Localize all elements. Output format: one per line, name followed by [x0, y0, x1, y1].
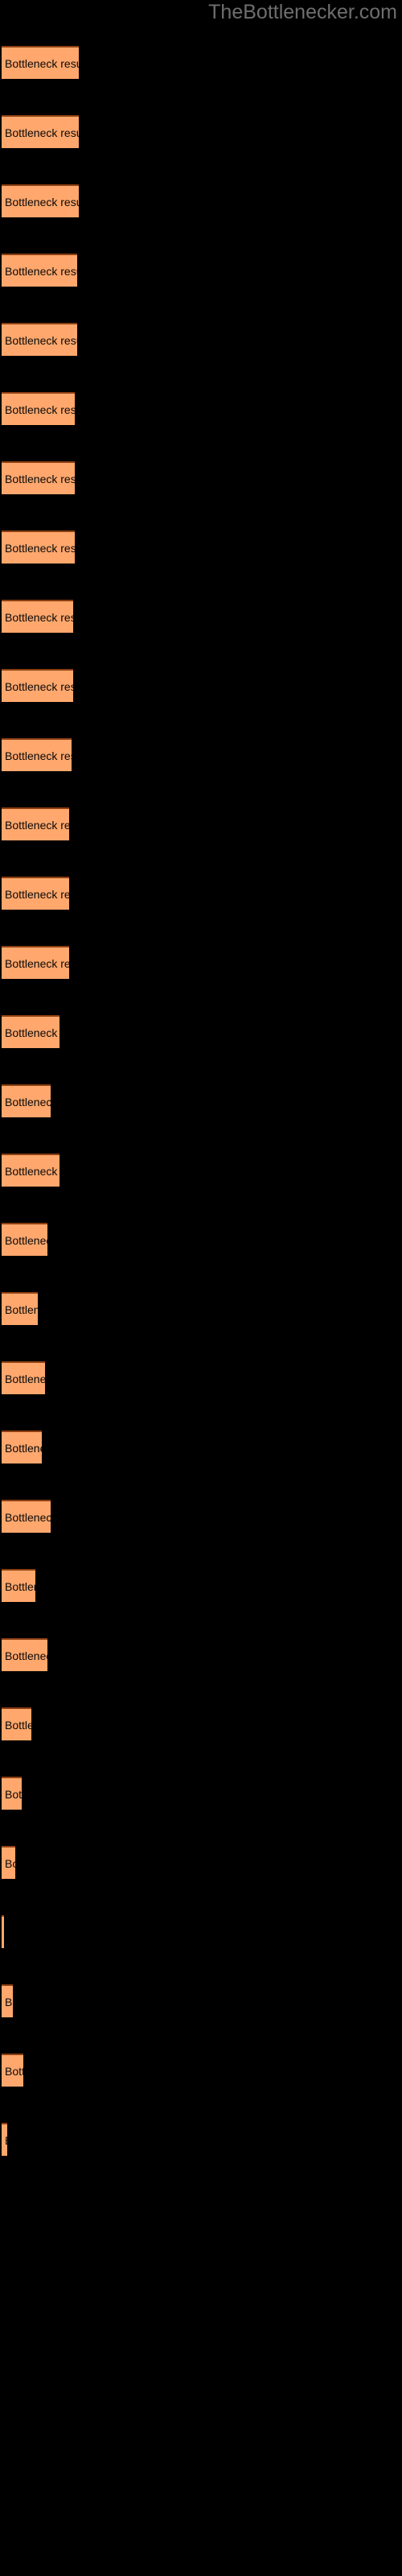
bar-row: Bottleneck result — [2, 946, 70, 979]
bar-row: Bottleneck result — [2, 461, 76, 494]
bar[interactable]: Bottleneck result — [2, 115, 80, 148]
bar-label: Bottleneck result — [5, 472, 76, 485]
bar-label: Bottleneck result — [5, 1856, 15, 1870]
bar[interactable]: Bottleneck result — [2, 1915, 4, 1948]
bar-label: Bottleneck result — [5, 610, 73, 624]
bar[interactable]: Bottleneck result — [2, 1638, 48, 1671]
bar-label: Bottleneck result — [5, 2134, 7, 2147]
bar-label: Bottleneck result — [5, 1649, 47, 1662]
bar-label: Bottleneck result — [5, 818, 69, 832]
bar[interactable]: Bottleneck result — [2, 1154, 60, 1187]
bottleneck-chart: TheBottlenecker.com Bottleneck resultBot… — [0, 0, 402, 2576]
bar-label: Bottleneck result — [5, 1579, 35, 1593]
bar-row: Bottleneck result — [2, 2123, 7, 2156]
bar-row: Bottleneck result — [2, 1638, 48, 1671]
bar-label: Bottleneck result — [5, 126, 79, 139]
bar[interactable]: Bottleneck result — [2, 1015, 60, 1048]
bar-label: Bottleneck result — [5, 1095, 51, 1108]
bar-label: Bottleneck result — [5, 1302, 38, 1316]
bar-row: Bottleneck result — [2, 392, 76, 425]
bar-label: Bottleneck result — [5, 1233, 47, 1247]
bar-row: Bottleneck result — [2, 1084, 51, 1117]
bar[interactable]: Bottleneck result — [2, 461, 76, 494]
bar-row: Bottleneck result — [2, 46, 80, 79]
bar-row: Bottleneck result — [2, 254, 78, 287]
bar[interactable]: Bottleneck result — [2, 46, 80, 79]
bar-row: Bottleneck result — [2, 1915, 4, 1948]
bar[interactable]: Bottleneck result — [2, 530, 76, 564]
bar[interactable]: Bottleneck result — [2, 2123, 7, 2156]
bar-label: Bottleneck result — [5, 1026, 59, 1039]
bar-label: Bottleneck result — [5, 402, 76, 416]
bar-row: Bottleneck result — [2, 184, 80, 217]
bar[interactable]: Bottleneck result — [2, 1777, 22, 1810]
bar-row: Bottleneck result — [2, 1984, 13, 2017]
bar-row: Bottleneck result — [2, 1292, 38, 1325]
bar-row: Bottleneck result — [2, 807, 70, 840]
bar[interactable]: Bottleneck result — [2, 877, 70, 910]
bar-row: Bottleneck result — [2, 1846, 15, 1879]
bar[interactable]: Bottleneck result — [2, 1430, 42, 1463]
bar-label: Bottleneck result — [5, 541, 76, 555]
bar[interactable]: Bottleneck result — [2, 2054, 23, 2087]
bar-row: Bottleneck result — [2, 738, 72, 771]
bar-label: Bottleneck result — [5, 1995, 13, 2008]
bar-label: Bottleneck result — [5, 56, 79, 70]
bar[interactable]: Bottleneck result — [2, 807, 70, 840]
bar-label: Bottleneck result — [5, 679, 73, 693]
bar[interactable]: Bottleneck result — [2, 392, 76, 425]
bar[interactable]: Bottleneck result — [2, 1984, 13, 2017]
bar-row: Bottleneck result — [2, 323, 78, 356]
bar[interactable]: Bottleneck result — [2, 669, 74, 702]
bar-row: Bottleneck result — [2, 1361, 46, 1394]
bar[interactable]: Bottleneck result — [2, 600, 74, 633]
bar[interactable]: Bottleneck result — [2, 1084, 51, 1117]
bar[interactable]: Bottleneck result — [2, 184, 80, 217]
bar[interactable]: Bottleneck result — [2, 1223, 48, 1256]
bar-label: Bottleneck result — [5, 1372, 45, 1385]
bar-row: Bottleneck result — [2, 1500, 51, 1533]
bar[interactable]: Bottleneck result — [2, 1846, 15, 1879]
bar-row: Bottleneck result — [2, 1430, 42, 1463]
bar[interactable]: Bottleneck result — [2, 738, 72, 771]
bar-row: Bottleneck result — [2, 2054, 23, 2087]
bar[interactable]: Bottleneck result — [2, 1292, 38, 1325]
bar[interactable]: Bottleneck result — [2, 1361, 46, 1394]
bar-label: Bottleneck result — [5, 887, 69, 901]
bar-row: Bottleneck result — [2, 877, 70, 910]
bar-label: Bottleneck result — [5, 1510, 51, 1524]
bar[interactable]: Bottleneck result — [2, 1707, 31, 1740]
bar-label: Bottleneck result — [5, 956, 69, 970]
bar-label: Bottleneck result — [5, 1787, 22, 1801]
bar-row: Bottleneck result — [2, 1223, 48, 1256]
bar-label: Bottleneck result — [5, 1441, 42, 1455]
bar[interactable]: Bottleneck result — [2, 1569, 35, 1602]
bar[interactable]: Bottleneck result — [2, 323, 78, 356]
bar-label: Bottleneck result — [5, 333, 77, 347]
bar-label: Bottleneck result — [5, 195, 79, 208]
bar-label: Bottleneck result — [5, 1164, 59, 1178]
bar-row: Bottleneck result — [2, 600, 74, 633]
bar-row: Bottleneck result — [2, 530, 76, 564]
bar[interactable]: Bottleneck result — [2, 946, 70, 979]
bar-row: Bottleneck result — [2, 1569, 35, 1602]
bar-row: Bottleneck result — [2, 669, 74, 702]
bar-label: Bottleneck result — [5, 1718, 31, 1732]
bar-label: Bottleneck result — [5, 2064, 23, 2078]
bar-row: Bottleneck result — [2, 115, 80, 148]
bar-label: Bottleneck result — [5, 264, 77, 278]
bar-row: Bottleneck result — [2, 1777, 22, 1810]
bar[interactable]: Bottleneck result — [2, 254, 78, 287]
plot-area: Bottleneck result Bottleneck result Bottle… — [0, 0, 402, 2576]
bar-label: Bottleneck result — [5, 749, 72, 762]
bar[interactable]: Bottleneck result — [2, 1500, 51, 1533]
bar-row: Bottleneck result — [2, 1707, 31, 1740]
bar-row: Bottleneck result — [2, 1154, 60, 1187]
bar-row: Bottleneck result — [2, 1015, 60, 1048]
